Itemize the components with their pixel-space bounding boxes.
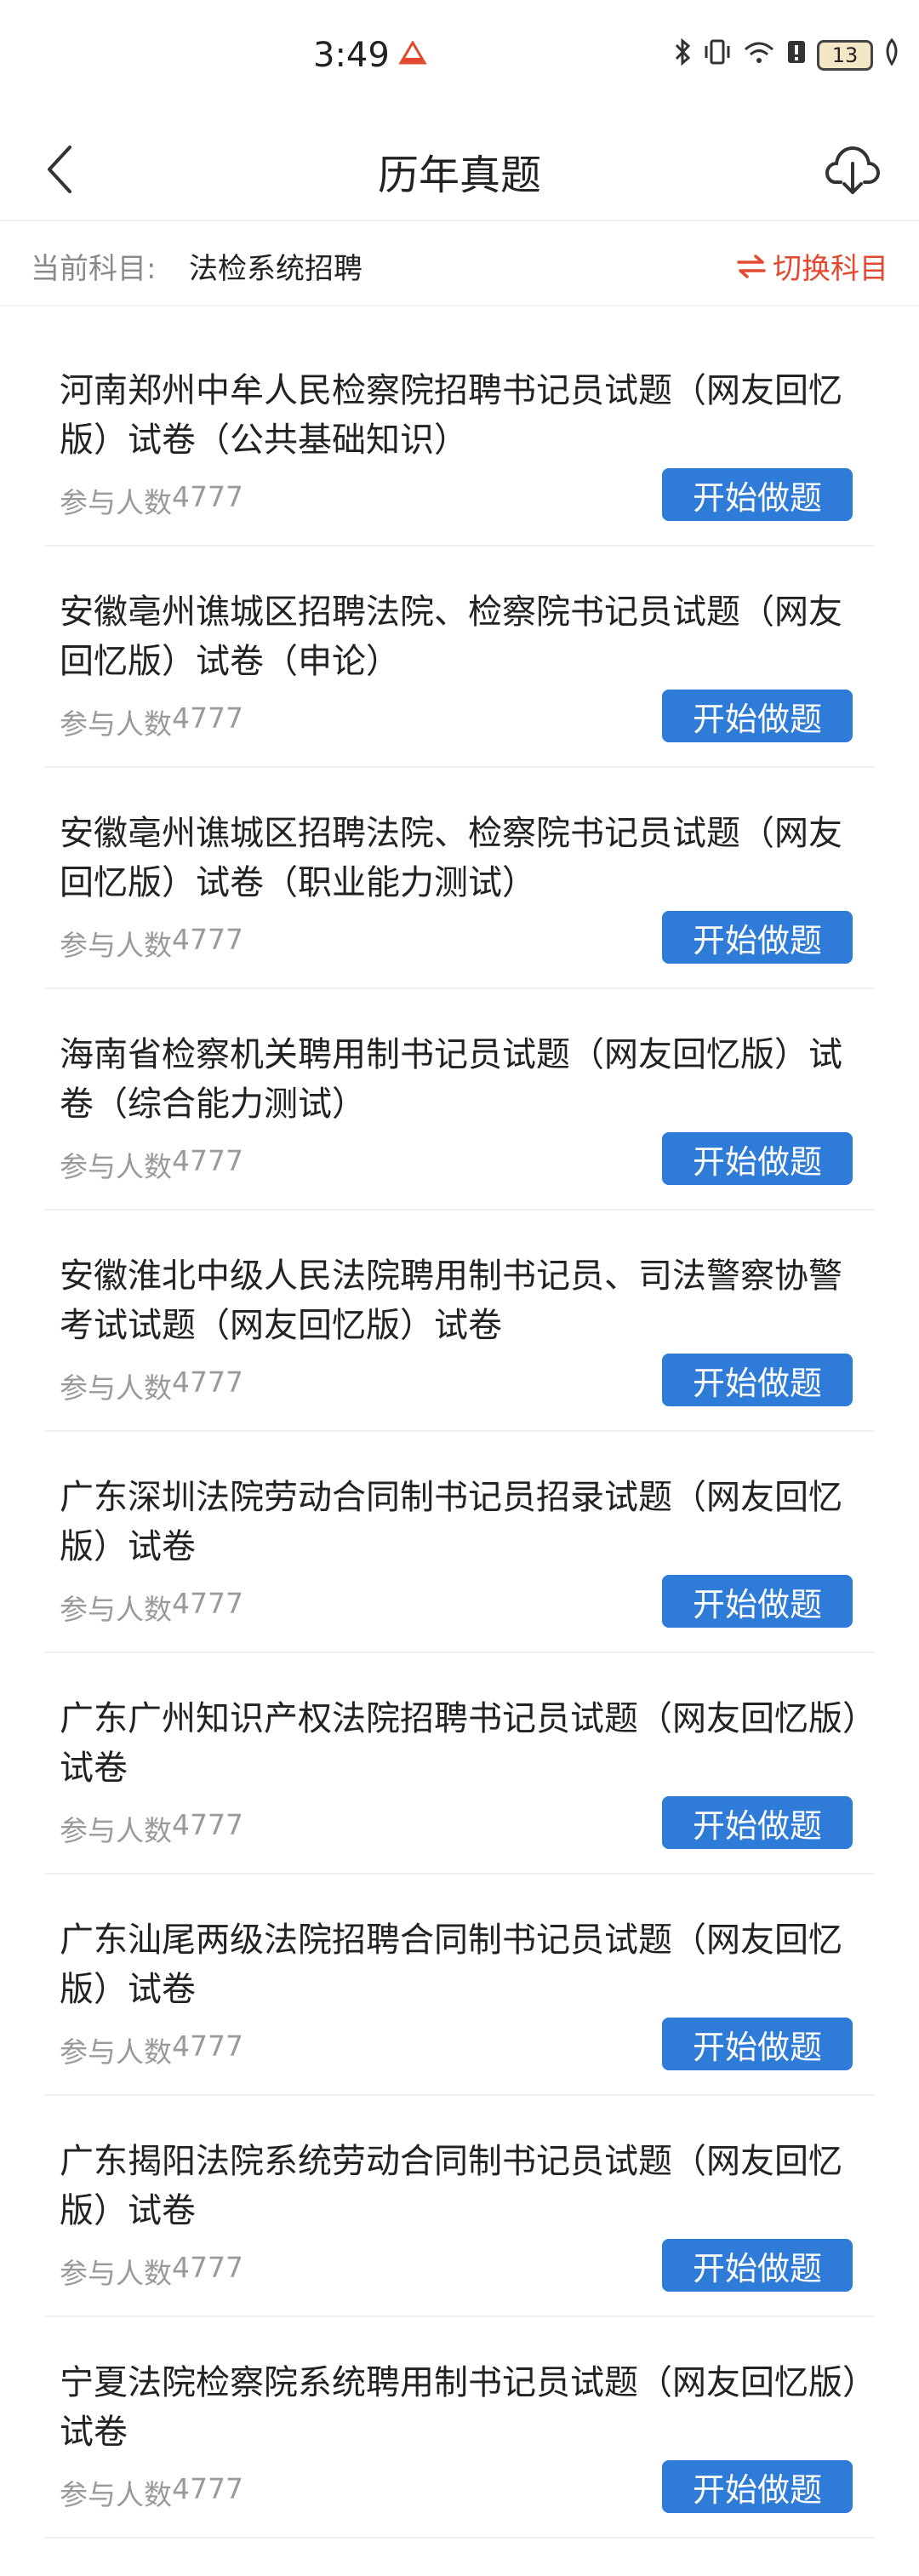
participants-number: 4777 (172, 2029, 243, 2063)
download-button[interactable] (819, 136, 887, 204)
subject-bar: 当前科目: 法检系统招聘 切换科目 (0, 221, 919, 306)
participants-count: 参与人数 4777 (60, 2472, 243, 2513)
participants-number: 4777 (172, 1365, 243, 1399)
participants-count: 参与人数 4777 (60, 480, 243, 521)
participants-number: 4777 (172, 1587, 243, 1620)
exam-title: 安徽淮北中级人民法院聘用制书记员、司法警察协警考试试题（网友回忆版）试卷 (60, 1257, 842, 1345)
bluetooth-icon (674, 37, 693, 73)
switch-subject-label: 切换科目 (773, 252, 888, 286)
participants-number: 4777 (172, 480, 243, 513)
participants-number: 4777 (172, 1144, 243, 1177)
participants-label: 参与人数 (60, 2478, 172, 2511)
header: 历年真题 (0, 119, 919, 221)
exam-title: 广东揭阳法院系统劳动合同制书记员试题（网友回忆版）试卷 (60, 2142, 842, 2230)
participants-count: 参与人数 4777 (60, 1808, 243, 1849)
participants-number: 4777 (172, 701, 243, 735)
exam-list-item[interactable]: 海南省检察机关聘用制书记员试题（网友回忆版）试卷（综合能力测试） 参与人数 477… (44, 989, 875, 1211)
participants-label: 参与人数 (60, 929, 172, 962)
exam-title: 安徽亳州谯城区招聘法院、检察院书记员试题（网友回忆版）试卷（职业能力测试） (60, 814, 842, 902)
exam-list-item[interactable]: 广东汕尾两级法院招聘合同制书记员试题（网友回忆版）试卷 参与人数 4777 开始做… (44, 1875, 875, 2096)
exam-title: 海南省检察机关聘用制书记员试题（网友回忆版）试卷（综合能力测试） (60, 1035, 842, 1124)
exam-title: 广东汕尾两级法院招聘合同制书记员试题（网友回忆版）试卷 (60, 1921, 842, 2009)
start-practice-button[interactable]: 开始做题 (662, 2239, 853, 2292)
current-subject-label: 当前科目: (31, 252, 157, 286)
page-title: 历年真题 (377, 152, 541, 199)
participants-count: 参与人数 4777 (60, 2251, 243, 2292)
exam-list-item[interactable]: 广东深圳法院劳动合同制书记员招录试题（网友回忆版）试卷 参与人数 4777 开始做… (44, 1432, 875, 1653)
exam-title: 宁夏法院检察院系统聘用制书记员试题（网友回忆版）试卷 (60, 2363, 859, 2452)
vibrate-icon (703, 37, 732, 73)
exam-list-item[interactable]: 河南郑州中牟人民检察院招聘书记员试题（网友回忆版）试卷（公共基础知识） 参与人数… (44, 325, 875, 547)
exam-list-item[interactable]: 宁夏法院检察院系统聘用制书记员试题（网友回忆版）试卷 参与人数 4777 开始做题 (44, 2317, 875, 2539)
exam-list-item[interactable]: 安徽亳州谯城区招聘法院、检察院书记员试题（网友回忆版）试卷（职业能力测试） 参与… (44, 768, 875, 989)
start-practice-button[interactable]: 开始做题 (662, 690, 853, 742)
exam-list: 河南郑州中牟人民检察院招聘书记员试题（网友回忆版）试卷（公共基础知识） 参与人数… (0, 325, 919, 2539)
start-practice-button[interactable]: 开始做题 (662, 468, 853, 521)
participants-number: 4777 (172, 1808, 243, 1841)
participants-count: 参与人数 4777 (60, 1144, 243, 1185)
exam-list-item[interactable]: 广东广州知识产权法院招聘书记员试题（网友回忆版）试卷 参与人数 4777 开始做题 (44, 1653, 875, 1875)
start-practice-button[interactable]: 开始做题 (662, 2460, 853, 2513)
participants-number: 4777 (172, 2472, 243, 2505)
switch-subject-button[interactable]: 切换科目 (737, 245, 888, 287)
participants-label: 参与人数 (60, 1150, 172, 1183)
participants-label: 参与人数 (60, 1814, 172, 1847)
start-practice-button[interactable]: 开始做题 (662, 1132, 853, 1185)
exam-list-item[interactable]: 安徽亳州谯城区招聘法院、检察院书记员试题（网友回忆版）试卷（申论） 参与人数 47… (44, 547, 875, 768)
cloud-download-icon (825, 146, 880, 194)
wifi-icon (742, 37, 776, 73)
participants-number: 4777 (172, 2251, 243, 2284)
status-time: 3:49 (313, 36, 427, 75)
exam-title: 安徽亳州谯城区招聘法院、检察院书记员试题（网友回忆版）试卷（申论） (60, 592, 842, 681)
exam-title: 河南郑州中牟人民检察院招聘书记员试题（网友回忆版）试卷（公共基础知识） (60, 371, 842, 460)
participants-count: 参与人数 4777 (60, 701, 243, 742)
exam-title: 广东广州知识产权法院招聘书记员试题（网友回忆版）试卷 (60, 1699, 859, 1788)
start-practice-button[interactable]: 开始做题 (662, 1354, 853, 1406)
start-practice-button[interactable]: 开始做题 (662, 2018, 853, 2070)
exam-title: 广东深圳法院劳动合同制书记员招录试题（网友回忆版）试卷 (60, 1478, 842, 1566)
participants-count: 参与人数 4777 (60, 1365, 243, 1406)
participants-label: 参与人数 (60, 707, 172, 741)
participants-count: 参与人数 4777 (60, 2029, 243, 2070)
status-time-text: 3:49 (313, 36, 390, 75)
participants-count: 参与人数 4777 (60, 1587, 243, 1628)
battery-icon: 13 (817, 40, 873, 71)
participants-label: 参与人数 (60, 1371, 172, 1405)
participants-label: 参与人数 (60, 1593, 172, 1626)
start-practice-button[interactable]: 开始做题 (662, 911, 853, 964)
status-icons: 13 (674, 37, 900, 73)
leaf-icon (883, 37, 900, 72)
participants-number: 4777 (172, 923, 243, 956)
participants-label: 参与人数 (60, 486, 172, 519)
current-subject-value: 法检系统招聘 (189, 252, 362, 286)
swap-arrows-icon (737, 254, 766, 278)
alert-icon (786, 37, 807, 73)
participants-label: 参与人数 (60, 2035, 172, 2069)
participants-label: 参与人数 (60, 2257, 172, 2290)
exam-list-item[interactable]: 安徽淮北中级人民法院聘用制书记员、司法警察协警考试试题（网友回忆版）试卷 参与人… (44, 1211, 875, 1432)
app-notification-icon (398, 36, 427, 75)
start-practice-button[interactable]: 开始做题 (662, 1796, 853, 1849)
start-practice-button[interactable]: 开始做题 (662, 1575, 853, 1628)
status-bar: 3:49 13 (0, 0, 919, 119)
exam-list-item[interactable]: 广东揭阳法院系统劳动合同制书记员试题（网友回忆版）试卷 参与人数 4777 开始做… (44, 2096, 875, 2317)
participants-count: 参与人数 4777 (60, 923, 243, 964)
